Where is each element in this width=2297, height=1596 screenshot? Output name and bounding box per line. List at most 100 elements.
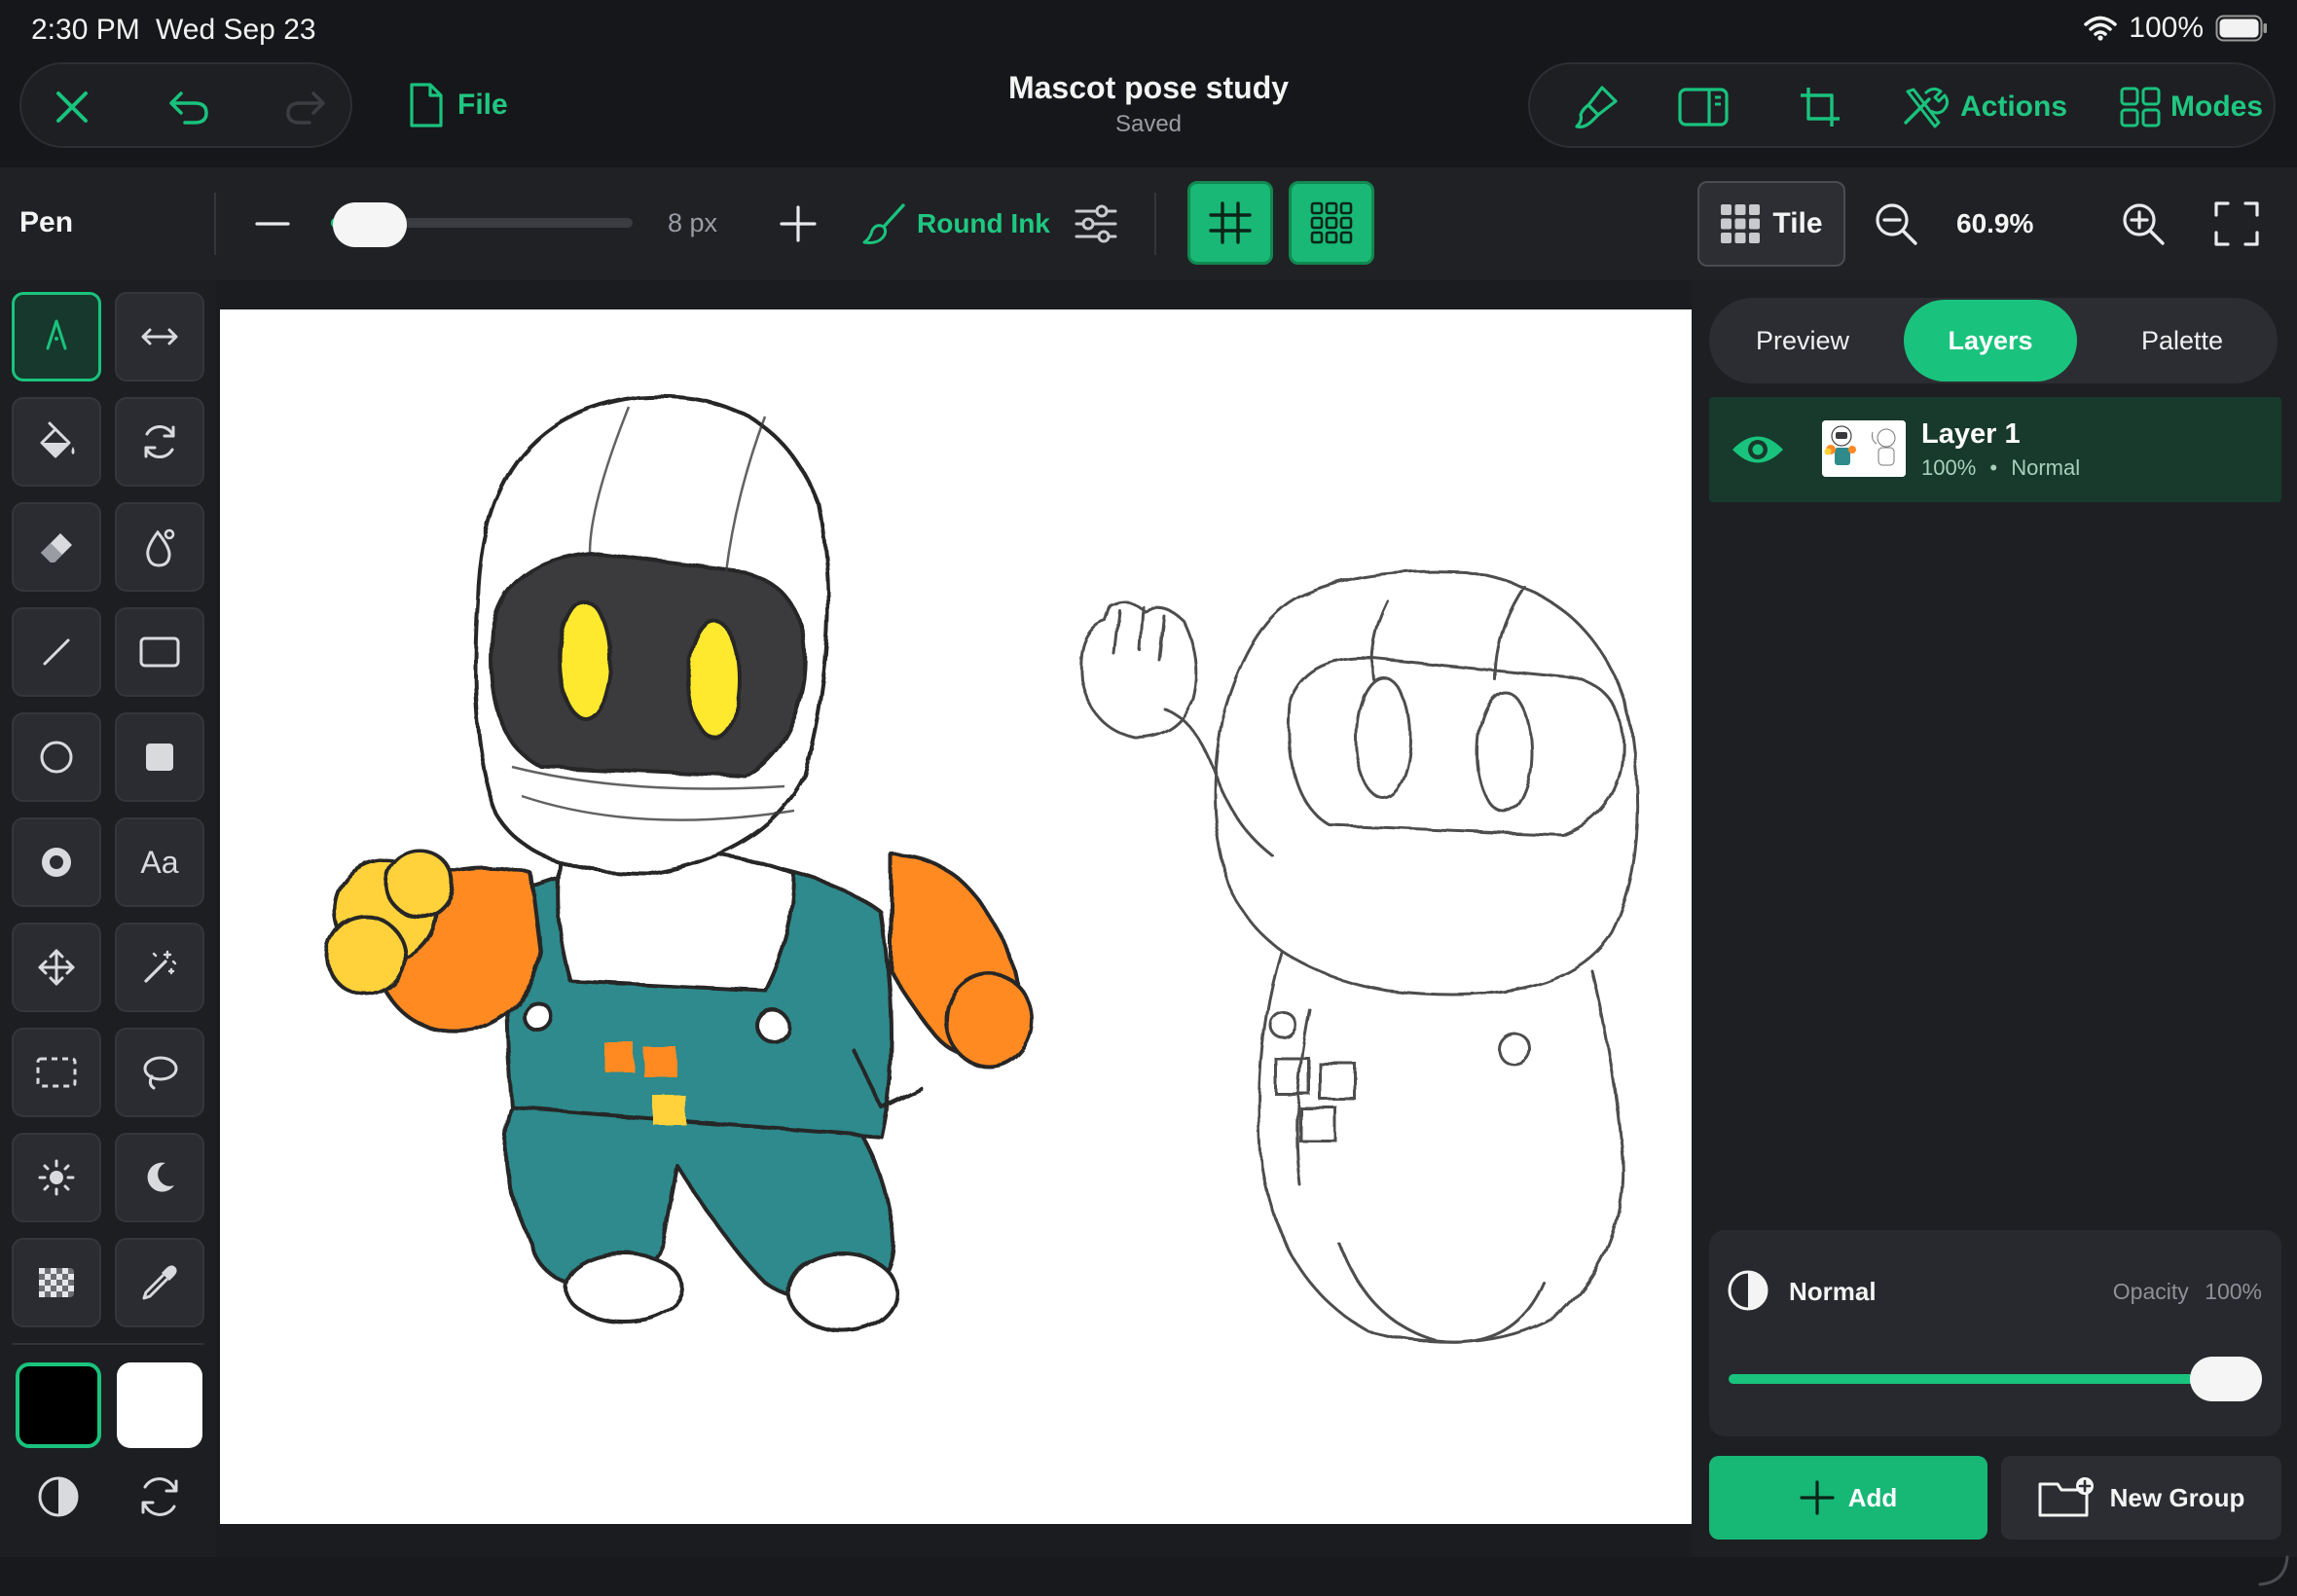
zoom-out-button[interactable] bbox=[1867, 195, 1925, 253]
fullscreen-button[interactable] bbox=[2207, 195, 2266, 253]
drawing-canvas[interactable] bbox=[220, 309, 1692, 1524]
folder-add-icon bbox=[2038, 1477, 2094, 1517]
panel-tabs: Preview Layers Palette bbox=[1709, 298, 2278, 383]
color-mode-button[interactable] bbox=[29, 1468, 88, 1526]
blend-mode-button[interactable] bbox=[1725, 1267, 1771, 1314]
layer-meta: 100% • Normal bbox=[1921, 455, 2080, 481]
brush-preset-button[interactable]: Round Ink bbox=[862, 195, 1050, 253]
modes-grid-icon bbox=[2120, 87, 2161, 127]
brush-size-value: 8 px bbox=[668, 208, 718, 237]
arrows-horizontal-icon bbox=[141, 328, 178, 345]
actions-button[interactable]: Actions bbox=[1900, 76, 2067, 138]
text-tool-label: Aa bbox=[140, 844, 179, 880]
tab-preview[interactable]: Preview bbox=[1711, 300, 1894, 381]
zoom-level[interactable]: 60.9% bbox=[1956, 208, 2033, 239]
opacity-knob[interactable] bbox=[2190, 1357, 2262, 1401]
secondary-color-swatch[interactable] bbox=[117, 1362, 202, 1448]
blend-mode-label[interactable]: Normal bbox=[1789, 1277, 1877, 1307]
moon-icon bbox=[147, 1162, 174, 1192]
eraser-icon bbox=[41, 533, 72, 562]
brush-settings-sliders-button[interactable] bbox=[1067, 195, 1125, 253]
radial-tool[interactable] bbox=[12, 817, 101, 907]
new-group-button[interactable]: New Group bbox=[2001, 1456, 2281, 1540]
ellipse-tool[interactable] bbox=[12, 712, 101, 802]
layer-row[interactable]: Layer 1 100% • Normal bbox=[1709, 397, 2281, 502]
tile-grid-icon bbox=[1721, 204, 1761, 243]
size-decrease-button[interactable] bbox=[243, 199, 302, 249]
status-date: Wed Sep 23 bbox=[156, 14, 316, 46]
drop-icon bbox=[146, 528, 175, 567]
tool-options-bar: Pen 8 px Round Ink Tile 60.9% bbox=[0, 167, 2297, 280]
darken-tool[interactable] bbox=[115, 1133, 204, 1222]
magic-wand-icon bbox=[144, 950, 177, 983]
zoom-out-icon bbox=[1876, 203, 1917, 245]
title-bar: File Mascot pose study Saved Actions Mod… bbox=[0, 62, 2297, 167]
text-tool[interactable]: Aa bbox=[115, 817, 204, 907]
plus-icon bbox=[1800, 1480, 1835, 1515]
rotate-tool[interactable] bbox=[115, 397, 204, 487]
resize-corner-icon bbox=[2258, 1555, 2289, 1586]
layer-blend-card: Normal Opacity 100% bbox=[1709, 1230, 2281, 1436]
fill-tool[interactable] bbox=[12, 397, 101, 487]
size-increase-button[interactable] bbox=[769, 195, 827, 253]
brightness-tool[interactable] bbox=[12, 1133, 101, 1222]
status-bar: 2:30 PM Wed Sep 23 100% bbox=[0, 0, 2297, 62]
layer-thumbnail-art bbox=[1822, 420, 1906, 477]
eyedropper-icon bbox=[142, 1265, 177, 1300]
grid-overlay-toggle[interactable] bbox=[1187, 181, 1273, 265]
new-group-label: New Group bbox=[2109, 1482, 2245, 1512]
layer-blend-mode: Normal bbox=[2011, 455, 2081, 480]
brush-icon bbox=[1575, 86, 1618, 128]
rectangle-tool[interactable] bbox=[115, 607, 204, 697]
add-layer-button[interactable]: Add bbox=[1709, 1456, 1987, 1540]
sun-icon bbox=[38, 1159, 75, 1196]
opacity-readout: Opacity 100% bbox=[2113, 1279, 2262, 1305]
eye-icon bbox=[1732, 436, 1783, 463]
pen-nib-icon bbox=[46, 319, 67, 350]
marquee-icon bbox=[36, 1057, 77, 1088]
move-tool[interactable] bbox=[12, 923, 101, 1012]
opacity-label: Opacity bbox=[2112, 1279, 2189, 1304]
layer-name: Layer 1 bbox=[1921, 418, 2021, 450]
hashtag-grid-icon bbox=[1209, 201, 1252, 244]
sidebar-toggle-button[interactable] bbox=[1674, 78, 1732, 136]
tile-button[interactable]: Tile bbox=[1697, 181, 1845, 267]
tools-icon bbox=[1904, 87, 1950, 128]
zoom-in-button[interactable] bbox=[2114, 195, 2172, 253]
lasso-icon bbox=[143, 1056, 178, 1090]
modes-button[interactable]: Modes bbox=[2120, 76, 2263, 138]
pixel-grid-toggle[interactable] bbox=[1289, 181, 1374, 265]
contrast-icon bbox=[1728, 1270, 1768, 1311]
layer-visibility-toggle[interactable] bbox=[1727, 420, 1789, 479]
divider bbox=[1154, 193, 1156, 255]
swap-colors-button[interactable] bbox=[130, 1468, 189, 1526]
tab-layers[interactable]: Layers bbox=[1904, 300, 2077, 381]
brush-size-knob[interactable] bbox=[333, 202, 407, 247]
active-tool-name: Pen bbox=[19, 206, 74, 238]
pen-tool[interactable] bbox=[12, 292, 101, 381]
rect-select-tool[interactable] bbox=[12, 1028, 101, 1117]
magic-wand-tool[interactable] bbox=[115, 923, 204, 1012]
mascot-sketch-artwork bbox=[325, 394, 1640, 1344]
flip-tool[interactable] bbox=[115, 292, 204, 381]
tab-palette[interactable]: Palette bbox=[2087, 300, 2278, 381]
tile-label: Tile bbox=[1772, 207, 1823, 239]
paint-bucket-icon bbox=[40, 421, 75, 458]
actions-label: Actions bbox=[1960, 91, 2068, 123]
lasso-select-tool[interactable] bbox=[115, 1028, 204, 1117]
line-icon bbox=[43, 638, 70, 666]
crop-button[interactable] bbox=[1791, 78, 1849, 136]
line-tool[interactable] bbox=[12, 607, 101, 697]
status-right: 100% bbox=[2084, 12, 2268, 45]
smudge-tool[interactable] bbox=[115, 502, 204, 592]
eraser-tool[interactable] bbox=[12, 502, 101, 592]
brush-settings-button[interactable] bbox=[1567, 78, 1625, 136]
battery-icon bbox=[2215, 15, 2267, 42]
opacity-slider[interactable] bbox=[1729, 1374, 2235, 1384]
filled-rectangle-tool[interactable] bbox=[115, 712, 204, 802]
battery-percent: 100% bbox=[2129, 12, 2204, 44]
plus-icon bbox=[780, 205, 817, 242]
pattern-tool[interactable] bbox=[12, 1238, 101, 1327]
primary-color-swatch[interactable] bbox=[16, 1362, 101, 1448]
eyedropper-tool[interactable] bbox=[115, 1238, 204, 1327]
